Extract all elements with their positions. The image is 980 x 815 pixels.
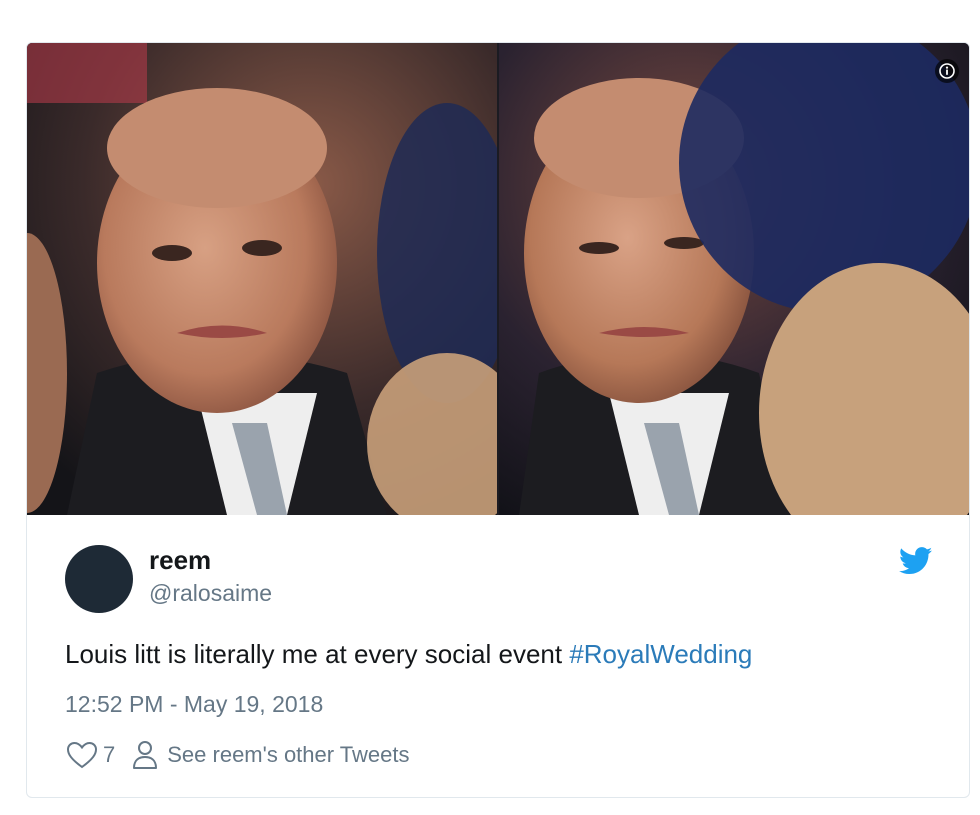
see-other-tweets-link[interactable]: See reem's other Tweets [131,739,410,771]
photo-right-illustration [499,43,969,515]
tweet-body: reem @ralosaime Louis litt is literally … [27,515,969,797]
tweet-timestamp[interactable]: 12:52 PM - May 19, 2018 [65,691,323,718]
tweet-text: Louis litt is literally me at every soci… [65,639,752,670]
info-icon[interactable] [935,59,959,83]
tweet-photo-left[interactable] [27,43,497,515]
hashtag-link[interactable]: #RoyalWedding [569,639,752,669]
tweet-text-body: Louis litt is literally me at every soci… [65,639,570,669]
heart-icon [66,741,98,769]
tweet-actions: 7 See reem's other Tweets [65,738,410,772]
tweet-photo-right[interactable] [499,43,969,515]
author-handle[interactable]: @ralosaime [149,580,272,607]
twitter-bird-icon[interactable] [899,547,933,575]
info-glyph [939,63,955,79]
like-button[interactable]: 7 [65,740,115,770]
embedded-tweet-card: reem @ralosaime Louis litt is literally … [26,42,970,798]
see-other-tweets-label: See reem's other Tweets [167,742,410,767]
person-icon [133,741,158,769]
like-count: 7 [103,742,116,767]
author-name[interactable]: reem [149,545,211,576]
avatar[interactable] [65,545,133,613]
photo-left-illustration [27,43,497,515]
tweet-media[interactable] [27,43,969,515]
